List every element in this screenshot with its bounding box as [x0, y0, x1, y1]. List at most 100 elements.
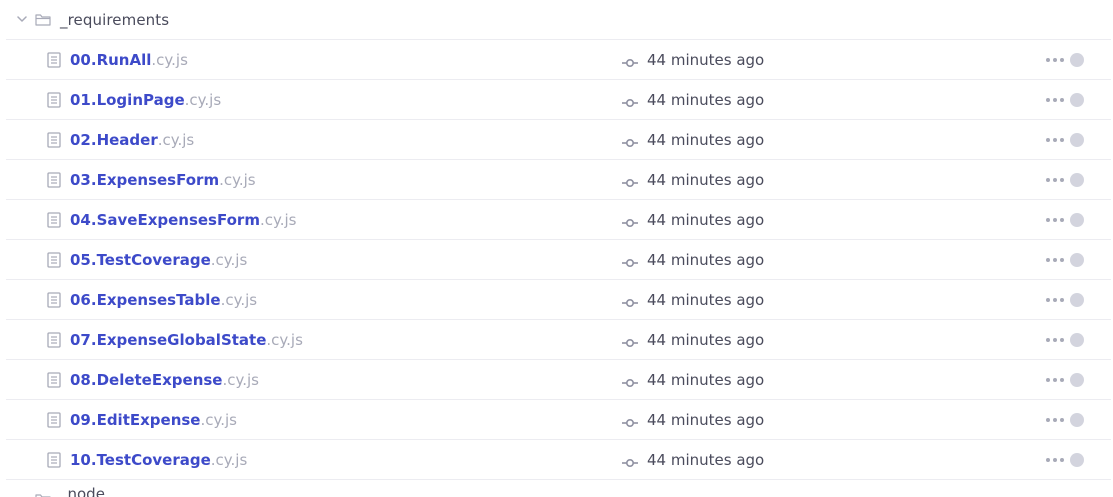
file-extension: .cy.js — [259, 211, 297, 229]
file-name-link[interactable]: 02.Header.cy.js — [70, 120, 194, 160]
file-row[interactable]: 02.Header.cy.js 44 minutes ago — [6, 120, 1111, 160]
more-options-icon[interactable] — [1042, 252, 1068, 268]
file-row[interactable]: 07.ExpenseGlobalState.cy.js 44 minutes ag… — [6, 320, 1111, 360]
document-icon — [47, 52, 61, 68]
file-base-name: 01.LoginPage — [70, 91, 185, 109]
more-options-icon[interactable] — [1042, 452, 1068, 468]
git-commit-icon — [622, 214, 638, 228]
git-commit-icon — [622, 454, 638, 468]
document-icon — [47, 252, 61, 268]
status-dot — [1070, 293, 1084, 307]
file-base-name: 03.ExpensesForm — [70, 171, 220, 189]
status-dot — [1070, 413, 1084, 427]
folder-icon — [35, 13, 51, 27]
file-row[interactable]: 06.ExpensesTable.cy.js 44 minutes ago — [6, 280, 1111, 320]
status-dot — [1070, 453, 1084, 467]
folder-row-next[interactable]: _node — [6, 480, 1111, 497]
file-extension: .cy.js — [157, 131, 195, 149]
file-name-link[interactable]: 06.ExpensesTable.cy.js — [70, 280, 257, 320]
file-extension: .cy.js — [151, 51, 188, 69]
last-modified-time: 44 minutes ago — [647, 51, 765, 69]
file-name-link[interactable]: 04.SaveExpensesForm.cy.js — [70, 200, 296, 240]
file-base-name: 04.SaveExpensesForm — [70, 211, 260, 229]
document-icon — [47, 212, 61, 228]
file-row[interactable]: 10.TestCoverage.cy.js 44 minutes ago — [6, 440, 1111, 480]
last-modified-time: 44 minutes ago — [647, 451, 765, 469]
file-name-link[interactable]: 07.ExpenseGlobalState.cy.js — [70, 320, 303, 360]
spec-file-tree: _requirements 00.RunAll.cy.js 44 minutes … — [0, 0, 1113, 497]
file-extension: .cy.js — [184, 91, 222, 109]
git-commit-icon — [622, 294, 638, 308]
document-icon — [47, 92, 61, 108]
last-modified-time: 44 minutes ago — [647, 411, 765, 429]
file-name-link[interactable]: 01.LoginPage.cy.js — [70, 80, 221, 120]
more-options-icon[interactable] — [1042, 372, 1068, 388]
file-name-link[interactable]: 03.ExpensesForm.cy.js — [70, 160, 256, 200]
file-name-link[interactable]: 08.DeleteExpense.cy.js — [70, 360, 259, 400]
chevron-down-icon[interactable] — [16, 14, 28, 26]
file-extension: .cy.js — [220, 291, 258, 309]
git-commit-icon — [622, 254, 638, 268]
file-base-name: 06.ExpensesTable — [70, 291, 221, 309]
git-commit-icon — [622, 334, 638, 348]
file-row[interactable]: 03.ExpensesForm.cy.js 44 minutes ago — [6, 160, 1111, 200]
file-row[interactable]: 04.SaveExpensesForm.cy.js 44 minutes ago — [6, 200, 1111, 240]
more-options-icon[interactable] — [1042, 132, 1068, 148]
status-dot — [1070, 213, 1084, 227]
status-dot — [1070, 93, 1084, 107]
status-dot — [1070, 53, 1084, 67]
file-row[interactable]: 01.LoginPage.cy.js 44 minutes ago — [6, 80, 1111, 120]
more-options-icon[interactable] — [1042, 172, 1068, 188]
file-name-link[interactable]: 00.RunAll.cy.js — [70, 40, 188, 80]
file-row[interactable]: 00.RunAll.cy.js 44 minutes ago — [6, 40, 1111, 80]
document-icon — [47, 172, 61, 188]
file-name-link[interactable]: 05.TestCoverage.cy.js — [70, 240, 247, 280]
more-options-icon[interactable] — [1042, 412, 1068, 428]
document-icon — [47, 452, 61, 468]
file-extension: .cy.js — [200, 411, 237, 429]
file-base-name: 10.TestCoverage — [70, 451, 211, 469]
last-modified-time: 44 minutes ago — [647, 291, 765, 309]
file-base-name: 07.ExpenseGlobalState — [70, 331, 267, 349]
status-dot — [1070, 173, 1084, 187]
folder-name: _requirements — [60, 10, 170, 29]
git-commit-icon — [622, 374, 638, 388]
status-dot — [1070, 253, 1084, 267]
last-modified-time: 44 minutes ago — [647, 251, 765, 269]
file-base-name: 05.TestCoverage — [70, 251, 211, 269]
status-dot — [1070, 373, 1084, 387]
last-modified-time: 44 minutes ago — [647, 91, 765, 109]
last-modified-time: 44 minutes ago — [647, 371, 765, 389]
git-commit-icon — [622, 54, 638, 68]
document-icon — [47, 292, 61, 308]
git-commit-icon — [622, 94, 638, 108]
git-commit-icon — [622, 134, 638, 148]
file-row[interactable]: 08.DeleteExpense.cy.js 44 minutes ago — [6, 360, 1111, 400]
last-modified-time: 44 minutes ago — [647, 211, 765, 229]
file-extension: .cy.js — [210, 251, 248, 269]
folder-row-requirements[interactable]: _requirements — [6, 0, 1111, 40]
file-row[interactable]: 09.EditExpense.cy.js 44 minutes ago — [6, 400, 1111, 440]
file-name-link[interactable]: 10.TestCoverage.cy.js — [70, 440, 247, 480]
file-extension: .cy.js — [219, 171, 256, 189]
file-extension: .cy.js — [222, 371, 259, 389]
git-commit-icon — [622, 174, 638, 188]
file-row[interactable]: 05.TestCoverage.cy.js 44 minutes ago — [6, 240, 1111, 280]
more-options-icon[interactable] — [1042, 52, 1068, 68]
folder-name: _node — [60, 485, 105, 497]
file-base-name: 02.Header — [70, 131, 158, 149]
folder-icon — [35, 491, 51, 497]
last-modified-time: 44 minutes ago — [647, 131, 765, 149]
document-icon — [47, 132, 61, 148]
file-extension: .cy.js — [210, 451, 248, 469]
more-options-icon[interactable] — [1042, 292, 1068, 308]
status-dot — [1070, 333, 1084, 347]
file-base-name: 09.EditExpense — [70, 411, 201, 429]
file-name-link[interactable]: 09.EditExpense.cy.js — [70, 400, 237, 440]
file-base-name: 00.RunAll — [70, 51, 152, 69]
file-extension: .cy.js — [266, 331, 303, 349]
more-options-icon[interactable] — [1042, 212, 1068, 228]
status-dot — [1070, 133, 1084, 147]
more-options-icon[interactable] — [1042, 92, 1068, 108]
more-options-icon[interactable] — [1042, 332, 1068, 348]
